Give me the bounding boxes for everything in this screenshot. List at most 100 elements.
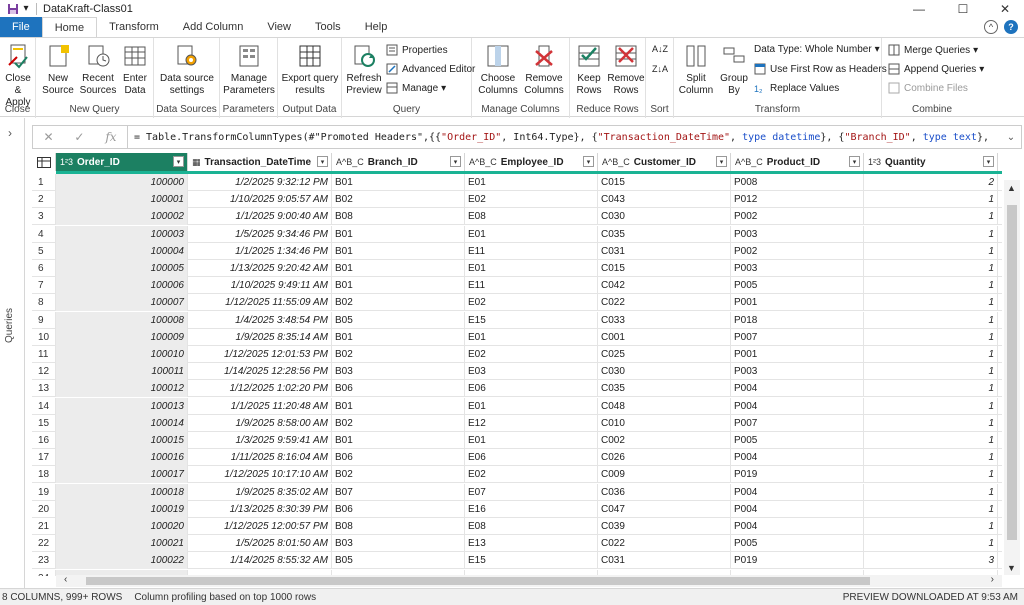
cell-transaction-datetime[interactable]: 1/12/2025 12:01:53 PM (188, 346, 332, 363)
cell-transaction-datetime[interactable]: 1/10/2025 9:05:57 AM (188, 191, 332, 209)
cell-transaction-datetime[interactable]: 1/13/2025 9:20:42 AM (188, 260, 332, 277)
cell-transaction-datetime[interactable]: 1/9/2025 8:58:00 AM (188, 414, 332, 432)
cell-customer-id[interactable]: C010 (598, 414, 731, 432)
cell-branch-id[interactable]: B01 (332, 328, 465, 346)
cell-quantity[interactable]: 1 (864, 294, 998, 312)
table-row[interactable]: 11 100010 1/12/2025 12:01:53 PM B02 E02 C025 P… (32, 346, 1002, 363)
cell-employee-id[interactable]: E15 (465, 311, 598, 329)
help-icon[interactable]: ? (1004, 20, 1018, 34)
column-header-product-id[interactable]: A^B_C Product_ID ▾ (731, 153, 864, 171)
cell-quantity[interactable]: 1 (864, 208, 998, 226)
cell-branch-id[interactable]: B02 (332, 191, 465, 209)
split-column-button[interactable]: Split Column (676, 43, 716, 97)
cell-quantity[interactable]: 1 (864, 466, 998, 484)
cell-quantity[interactable]: 1 (864, 483, 998, 501)
cell-product-id[interactable]: P002 (731, 242, 864, 260)
cell-transaction-datetime[interactable]: 1/9/2025 8:35:14 AM (188, 328, 332, 346)
choose-columns-button[interactable]: Choose Columns (476, 43, 520, 97)
use-first-row-headers-button[interactable]: Use First Row as Headers▾ (754, 63, 895, 75)
cell-quantity[interactable]: 1 (864, 277, 998, 295)
cell-customer-id[interactable]: C002 (598, 432, 731, 449)
table-row[interactable]: 16 100015 1/3/2025 9:59:41 AM B01 E01 C002 P00… (32, 432, 1002, 449)
cell-branch-id[interactable]: B02 (332, 466, 465, 484)
column-header-order-id[interactable]: 1²3 Order_ID ▾ (56, 153, 188, 171)
cell-transaction-datetime[interactable]: 1/5/2025 9:34:46 PM (188, 225, 332, 243)
cell-branch-id[interactable]: B08 (332, 518, 465, 535)
cell-customer-id[interactable]: C026 (598, 449, 731, 467)
cell-employee-id[interactable]: E16 (465, 500, 598, 518)
cell-order-id[interactable]: 100016 (56, 449, 188, 467)
save-icon[interactable] (6, 3, 20, 15)
remove-rows-button[interactable]: Remove Rows (607, 43, 645, 97)
cell-customer-id[interactable]: C030 (598, 208, 731, 226)
column-type-icon[interactable]: A^B_C (602, 157, 630, 167)
cell-product-id[interactable]: P005 (731, 432, 864, 449)
table-row[interactable]: 8 100007 1/12/2025 11:55:09 AM B02 E02 C022 P0… (32, 294, 1002, 312)
cell-customer-id[interactable]: C031 (598, 552, 731, 570)
cell-product-id[interactable]: P007 (731, 414, 864, 432)
qat-dropdown-icon[interactable]: ▾ (22, 3, 30, 15)
cell-quantity[interactable]: 1 (864, 432, 998, 449)
column-filter-dropdown-icon[interactable]: ▾ (583, 156, 594, 167)
cell-customer-id[interactable]: C030 (598, 363, 731, 381)
cell-product-id[interactable]: P019 (731, 466, 864, 484)
scroll-right-icon[interactable]: › (991, 574, 994, 585)
combine-files-button[interactable]: Combine Files (888, 82, 968, 94)
cell-employee-id[interactable]: E01 (465, 397, 598, 415)
refresh-preview-button[interactable]: Refresh Preview (344, 43, 384, 97)
cell-employee-id[interactable]: E03 (465, 363, 598, 381)
vertical-scrollbar[interactable]: ▲ ▼ (1004, 180, 1020, 575)
cell-branch-id[interactable]: B06 (332, 449, 465, 467)
cell-product-id[interactable]: P001 (731, 294, 864, 312)
cell-transaction-datetime[interactable]: 1/10/2025 9:49:11 AM (188, 277, 332, 295)
minimize-button[interactable]: — (904, 0, 934, 17)
formula-input[interactable]: = Table.TransformColumnTypes(#"Promoted … (128, 132, 1001, 143)
table-row[interactable]: 23 100022 1/14/2025 8:55:32 AM B05 E15 C031 P0… (32, 552, 1002, 570)
table-row[interactable]: 15 100014 1/9/2025 8:58:00 AM B02 E12 C010 P00… (32, 414, 1002, 432)
export-query-results-button[interactable]: Export query results (280, 43, 340, 97)
cell-order-id[interactable]: 100015 (56, 432, 188, 449)
cell-order-id[interactable]: 100020 (56, 518, 188, 535)
cell-employee-id[interactable]: E02 (465, 294, 598, 312)
cell-transaction-datetime[interactable]: 1/14/2025 8:55:32 AM (188, 552, 332, 570)
data-source-settings-button[interactable]: Data source settings (158, 43, 216, 97)
cell-customer-id[interactable]: C035 (598, 380, 731, 398)
cell-employee-id[interactable]: E11 (465, 277, 598, 295)
cell-employee-id[interactable]: E13 (465, 535, 598, 553)
cell-branch-id[interactable]: B05 (332, 311, 465, 329)
enter-data-button[interactable]: Enter Data (120, 43, 150, 97)
cell-branch-id[interactable]: B01 (332, 432, 465, 449)
column-header-branch-id[interactable]: A^B_C Branch_ID ▾ (332, 153, 465, 171)
cell-employee-id[interactable]: E08 (465, 208, 598, 226)
cell-customer-id[interactable]: C001 (598, 328, 731, 346)
cell-branch-id[interactable]: B01 (332, 277, 465, 295)
cell-transaction-datetime[interactable]: 1/12/2025 10:17:10 AM (188, 466, 332, 484)
cell-branch-id[interactable]: B06 (332, 500, 465, 518)
manage-dropdown[interactable]: Manage ▾ (386, 82, 446, 94)
column-header-employee-id[interactable]: A^B_C Employee_ID ▾ (465, 153, 598, 171)
cell-product-id[interactable]: P004 (731, 397, 864, 415)
sort-descending-button[interactable]: Z↓A (652, 64, 668, 74)
cell-employee-id[interactable]: E01 (465, 174, 598, 191)
cell-employee-id[interactable]: E07 (465, 483, 598, 501)
cell-quantity[interactable]: 1 (864, 260, 998, 277)
cell-quantity[interactable]: 1 (864, 346, 998, 363)
table-row[interactable]: 10 100009 1/9/2025 8:35:14 AM B01 E01 C001 P00… (32, 328, 1002, 346)
cell-branch-id[interactable]: B02 (332, 294, 465, 312)
recent-sources-button[interactable]: Recent Sources (80, 43, 116, 97)
cell-customer-id[interactable]: C039 (598, 518, 731, 535)
cell-order-id[interactable]: 100006 (56, 277, 188, 295)
manage-parameters-button[interactable]: Manage Parameters (222, 43, 276, 97)
scroll-left-icon[interactable]: ‹ (64, 574, 67, 585)
tab-home[interactable]: Home (41, 17, 98, 37)
append-queries-button[interactable]: Append Queries ▾ (888, 63, 984, 75)
cell-transaction-datetime[interactable]: 1/12/2025 12:00:57 PM (188, 518, 332, 535)
cell-quantity[interactable]: 1 (864, 380, 998, 398)
column-filter-dropdown-icon[interactable]: ▾ (173, 156, 184, 167)
cell-quantity[interactable]: 1 (864, 328, 998, 346)
cell-branch-id[interactable]: B01 (332, 225, 465, 243)
cancel-formula-icon[interactable]: ✕ (43, 130, 53, 144)
cell-product-id[interactable]: P001 (731, 346, 864, 363)
fx-icon[interactable]: fx (105, 130, 116, 144)
cell-product-id[interactable]: P003 (731, 260, 864, 277)
